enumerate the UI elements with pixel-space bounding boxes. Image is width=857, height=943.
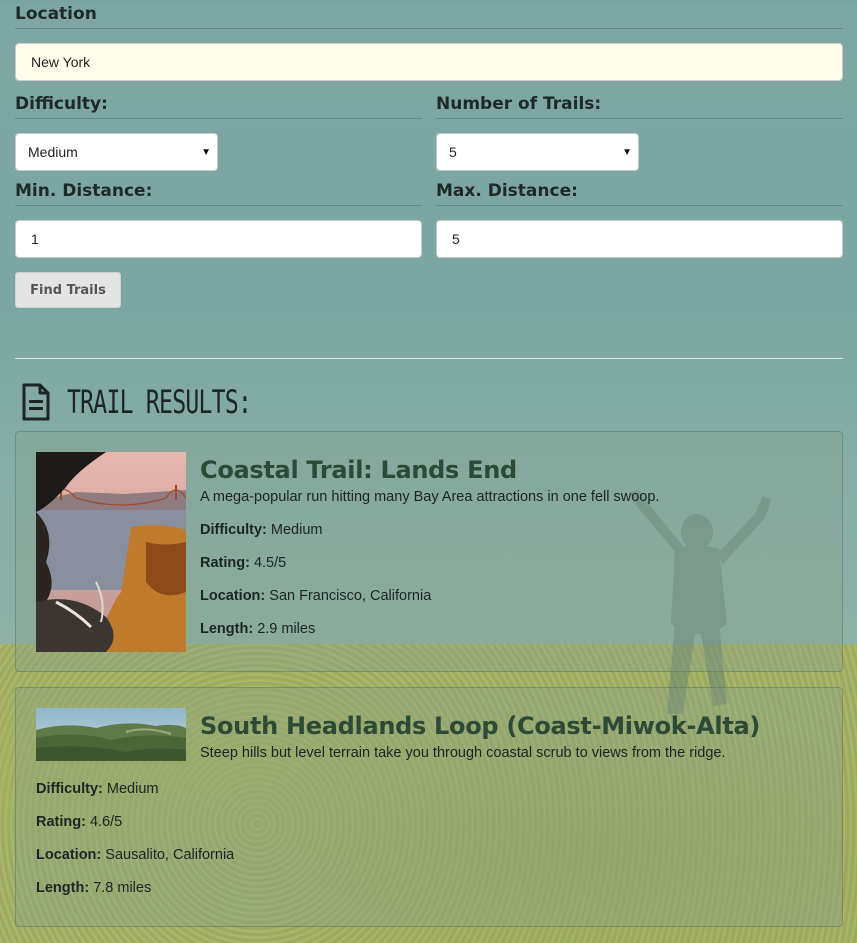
results-header: Trail Results:	[15, 381, 843, 423]
trail-length-label: Length:	[200, 621, 254, 637]
trail-location-value: Sausalito, California	[105, 847, 235, 863]
trail-rating-value: 4.5/5	[253, 555, 287, 571]
trail-rating-label: Rating:	[36, 814, 86, 830]
section-divider	[15, 358, 843, 359]
trail-length-value: 7.8 miles	[93, 880, 152, 896]
trail-difficulty-value: Medium	[106, 781, 159, 797]
trail-rating-label: Rating:	[200, 555, 250, 571]
number-of-trails-label: Number of Trails:	[436, 94, 843, 119]
trail-difficulty-value: Medium	[270, 522, 323, 538]
trail-card: South Headlands Loop (Coast-Miwok-Alta) …	[15, 687, 843, 927]
max-distance-input[interactable]	[436, 220, 843, 258]
trail-rating: Rating: 4.6/5	[36, 814, 822, 830]
difficulty-selected-value: Medium	[28, 144, 78, 160]
results-heading: Trail Results:	[67, 383, 252, 421]
trail-length-label: Length:	[36, 880, 90, 896]
trail-difficulty: Difficulty: Medium	[36, 781, 822, 797]
location-input[interactable]	[15, 43, 843, 81]
trail-difficulty-label: Difficulty:	[200, 522, 267, 538]
document-icon	[22, 383, 50, 421]
number-of-trails-select[interactable]: 5 ▼	[436, 133, 639, 171]
caret-down-icon: ▼	[622, 146, 632, 158]
location-label: Location	[15, 4, 843, 29]
find-trails-button[interactable]: Find Trails	[15, 272, 121, 308]
trail-location-label: Location:	[36, 847, 102, 863]
trail-rating-value: 4.6/5	[89, 814, 123, 830]
trail-thumbnail-image[interactable]	[36, 452, 186, 652]
trail-card: Coastal Trail: Lands End A mega-popular …	[15, 431, 843, 672]
trail-location-label: Location:	[200, 588, 266, 604]
caret-down-icon: ▼	[201, 146, 211, 158]
difficulty-select[interactable]: Medium ▼	[15, 133, 218, 171]
max-distance-label: Max. Distance:	[436, 181, 843, 206]
trail-location-value: San Francisco, California	[269, 588, 432, 604]
number-of-trails-selected-value: 5	[449, 144, 457, 160]
trail-length: Length: 7.8 miles	[36, 880, 822, 896]
min-distance-input[interactable]	[15, 220, 422, 258]
trail-length-value: 2.9 miles	[257, 621, 316, 637]
min-distance-label: Min. Distance:	[15, 181, 422, 206]
difficulty-label: Difficulty:	[15, 94, 422, 119]
trail-thumbnail-image[interactable]	[36, 708, 186, 761]
trail-location: Location: Sausalito, California	[36, 847, 822, 863]
trail-difficulty-label: Difficulty:	[36, 781, 103, 797]
